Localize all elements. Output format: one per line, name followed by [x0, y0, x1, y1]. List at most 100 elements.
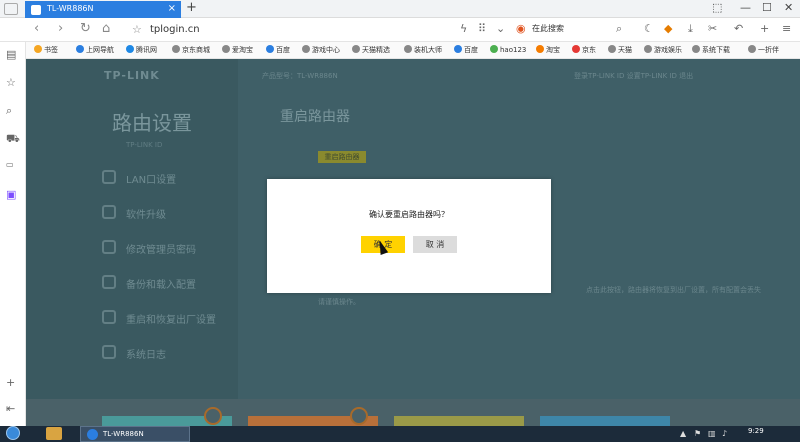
add-sidebar-icon[interactable]: +: [6, 376, 15, 389]
notes-icon[interactable]: ▣: [6, 188, 16, 201]
menu-item-reboot[interactable]: 重启和恢复出厂设置: [102, 309, 238, 331]
bookmark-item[interactable]: 天猫精选: [352, 45, 390, 55]
dialog-message: 确认要重启路由器吗？: [369, 210, 449, 219]
menu-item-backup[interactable]: 备份和载入配置: [102, 274, 238, 296]
taskbar-task[interactable]: TL-WR886N: [80, 426, 190, 442]
lan-icon: [102, 170, 116, 184]
add-icon[interactable]: +: [760, 22, 769, 35]
pencil-icon: [102, 240, 116, 254]
menu-item-password[interactable]: 修改管理员密码: [102, 239, 238, 261]
undo-icon[interactable]: ↶: [734, 22, 743, 35]
star-icon: [34, 45, 42, 53]
bookmark-item[interactable]: 书签: [34, 45, 58, 55]
globe-icon: [302, 45, 310, 53]
section-subtitle: TP-LINK ID: [126, 141, 163, 149]
bookmark-item[interactable]: 爱淘宝: [222, 45, 253, 55]
volume-icon[interactable]: ♪: [722, 429, 727, 438]
reboot-router-button[interactable]: 重启路由器: [318, 151, 366, 163]
collapse-sidebar-icon[interactable]: ⇤: [6, 402, 15, 415]
lightning-icon[interactable]: ϟ: [460, 22, 467, 35]
account-links[interactable]: 登录TP-LINK ID 设置TP-LINK ID 退出: [574, 71, 693, 81]
dropdown-icon[interactable]: ⌄: [496, 22, 505, 35]
globe-icon: [608, 45, 616, 53]
bookmark-item[interactable]: 一折伴: [748, 45, 779, 55]
site-icon: [490, 45, 498, 53]
address-bar: ‹ › ↻ ⌂ ☆ tplogin.cn ϟ ⠿ ⌄ ◉ 在此搜索 ⌕ ☾ ◆ …: [0, 18, 800, 42]
bookmark-item[interactable]: 百度: [266, 45, 290, 55]
globe-icon: [748, 45, 756, 53]
nav-card-4[interactable]: [540, 416, 670, 426]
menu-icon[interactable]: ≡: [782, 22, 791, 35]
grid-icon[interactable]: ⠿: [478, 22, 486, 35]
tplink-logo: TP-LINK: [104, 69, 160, 82]
menu-item-lan[interactable]: LAN口设置: [102, 169, 238, 191]
download-icon[interactable]: ⤓: [688, 22, 693, 36]
refresh-icon[interactable]: ↻: [80, 21, 91, 36]
menu-item-upgrade[interactable]: 软件升级: [102, 204, 238, 226]
maximize-icon[interactable]: ☐: [762, 1, 772, 14]
live-icon[interactable]: ▭: [6, 160, 14, 169]
browser-tab[interactable]: TL-WR886N ×: [25, 1, 181, 18]
bookmark-item[interactable]: 游戏娱乐: [644, 45, 682, 55]
taobao-icon: [536, 45, 544, 53]
url-input[interactable]: tplogin.cn: [150, 24, 200, 35]
start-button[interactable]: [6, 426, 20, 440]
close-window-icon[interactable]: ✕: [784, 1, 793, 14]
tab-favicon-icon: [31, 5, 41, 15]
browser-icon: [87, 429, 98, 440]
confirm-dialog: 确认要重启路由器吗？ 确 定 取 消: [267, 179, 551, 293]
close-tab-icon[interactable]: ×: [168, 3, 176, 14]
taskbar: TL-WR886N ▲ ⚑ ▥ ♪ 9:29: [0, 426, 800, 442]
bookmark-item[interactable]: 京东商城: [172, 45, 210, 55]
bookmark-item[interactable]: 上网导航: [76, 45, 114, 55]
bookmark-item[interactable]: 淘宝: [536, 45, 560, 55]
warning-note-2: 请谨慎操作。: [318, 298, 360, 306]
paw-icon: [454, 45, 462, 53]
jd-icon: [572, 45, 580, 53]
bookmark-item[interactable]: 游戏中心: [302, 45, 340, 55]
menu-item-log[interactable]: 系统日志: [102, 344, 238, 366]
minimize-icon[interactable]: —: [740, 1, 751, 14]
clock[interactable]: 9:29: [748, 427, 764, 435]
news-icon[interactable]: ▤: [6, 48, 16, 61]
tray-arrow-icon[interactable]: ▲: [680, 429, 686, 438]
warning-note: 点击此按钮，路由器将恢复到出厂设置，所有配置会丢失: [586, 286, 761, 294]
scissors-icon[interactable]: ✂: [708, 22, 717, 35]
back-icon[interactable]: ‹: [34, 21, 39, 36]
globe-icon: [352, 45, 360, 53]
search-icon[interactable]: ⌕: [616, 22, 622, 36]
nav-card-3[interactable]: [394, 416, 524, 426]
bookmark-item[interactable]: 腾讯网: [126, 45, 157, 55]
badge-icon: [204, 407, 222, 425]
skin-icon[interactable]: ⬚: [712, 1, 722, 14]
folder-icon[interactable]: [46, 427, 62, 440]
forward-icon[interactable]: ›: [58, 21, 63, 36]
bookmark-item[interactable]: 系统下载: [692, 45, 730, 55]
browser-sidebar: ▤ ☆ ⌕ ⛟ ▭ ▣ + ⇤: [0, 42, 26, 426]
home-icon[interactable]: ⌂: [102, 21, 110, 36]
search-engine-icon[interactable]: ◉: [516, 22, 526, 35]
flag-icon[interactable]: ⚑: [694, 429, 701, 438]
cancel-button[interactable]: 取 消: [413, 236, 457, 253]
globe-icon: [692, 45, 700, 53]
search-input[interactable]: 在此搜索: [532, 23, 564, 34]
search-icon[interactable]: ⌕: [6, 104, 12, 118]
sidebar-toggle-icon[interactable]: [4, 3, 18, 15]
bookmark-item[interactable]: 百度: [454, 45, 478, 55]
network-icon[interactable]: ▥: [708, 429, 716, 438]
bookmark-item[interactable]: 京东: [572, 45, 596, 55]
night-mode-icon[interactable]: ☾: [644, 22, 654, 35]
new-tab-button[interactable]: +: [186, 0, 197, 15]
globe-icon: [404, 45, 412, 53]
bookmark-item[interactable]: 装机大师: [404, 45, 442, 55]
game-icon[interactable]: ◆: [664, 22, 672, 35]
cart-icon[interactable]: ⛟: [6, 132, 20, 147]
power-icon: [102, 310, 116, 324]
bookmark-item[interactable]: hao123: [490, 45, 526, 54]
favorites-icon[interactable]: ☆: [6, 76, 16, 89]
section-title: 路由设置: [112, 111, 192, 135]
bookmark-item[interactable]: 天猫: [608, 45, 632, 55]
favorite-star-icon[interactable]: ☆: [132, 23, 142, 36]
content-title: 重启路由器: [280, 109, 350, 125]
breadcrumb: 产品型号：TL-WR886N: [262, 72, 338, 80]
